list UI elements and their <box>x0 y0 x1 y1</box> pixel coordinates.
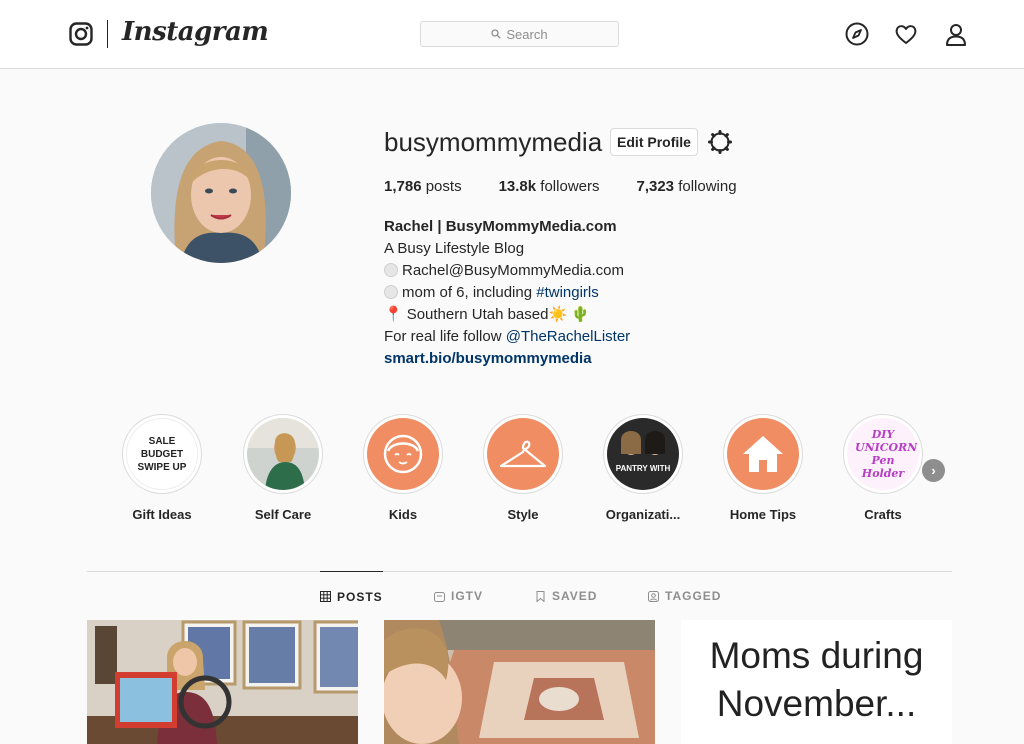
top-nav: Instagram Search <box>0 0 1024 69</box>
profile-stats: 1,786 posts 13.8k followers 7,323 follow… <box>384 178 774 195</box>
tabs-divider <box>87 571 952 572</box>
tab-label: TAGGED <box>665 589 722 603</box>
highlight-ring: PANTRY WITH <box>603 414 683 494</box>
sun-cactus-emoji: ☀️ 🌵 <box>548 306 590 323</box>
instagram-wordmark[interactable]: Instagram <box>122 17 269 47</box>
highlight-gift-ideas[interactable]: SALE BUDGET SWIPE UP Gift Ideas <box>122 414 202 522</box>
photo-cover-icon: PANTRY WITH <box>607 418 679 490</box>
bio-line-5: For real life follow @TheRachelLister <box>384 326 630 348</box>
hashtag-link[interactable]: #twingirls <box>536 284 599 301</box>
bio-line-5-text: For real life follow <box>384 328 506 345</box>
avatar-photo <box>151 123 291 263</box>
highlight-cover-text: PANTRY WITH <box>615 464 671 473</box>
highlight-cover-text: DIY UNICORN Pen Holder <box>855 428 918 480</box>
highlight-organization[interactable]: PANTRY WITH Organizati... <box>603 414 683 522</box>
craft-cover-icon: DIY UNICORN Pen Holder <box>847 418 919 490</box>
hanger-icon <box>487 418 559 490</box>
tab-tagged[interactable]: TAGGED <box>648 571 721 621</box>
posts-count: 1,786 <box>384 178 422 195</box>
bio-line-3-text: mom of 6, including <box>402 284 537 301</box>
profile-avatar[interactable] <box>151 123 291 263</box>
following-stat[interactable]: 7,323 following <box>636 178 736 195</box>
bio-email: Rachel@BusyMommyMedia.com <box>402 262 624 279</box>
post-thumbnail[interactable] <box>384 620 655 744</box>
following-count: 7,323 <box>636 178 675 195</box>
post-thumbnail[interactable]: Moms during November... <box>681 620 952 744</box>
posts-label: posts <box>425 178 462 195</box>
highlight-ring <box>483 414 563 494</box>
highlight-ring <box>363 414 443 494</box>
post-photo <box>87 620 358 744</box>
search-placeholder: Search <box>506 26 548 42</box>
bio-full-name: Rachel | BusyMommyMedia.com <box>384 218 617 235</box>
followers-count: 13.8k <box>498 178 537 195</box>
highlight-kids[interactable]: Kids <box>363 414 443 522</box>
search-icon <box>491 29 502 39</box>
organization-photo <box>607 418 679 490</box>
highlight-ring: DIY UNICORN Pen Holder <box>843 414 923 494</box>
highlight-home-tips[interactable]: Home Tips <box>723 414 803 522</box>
post-text-line-1: Moms during <box>709 635 924 676</box>
highlight-ring: SALE BUDGET SWIPE UP <box>122 414 202 494</box>
post-text-line-2: November... <box>716 683 917 724</box>
tagged-icon <box>648 590 659 602</box>
highlight-label: Crafts <box>864 507 902 522</box>
bio-line-3: mom of 6, including #twingirls <box>384 282 630 304</box>
bio-location-text: Southern Utah based <box>406 306 549 323</box>
tab-saved[interactable]: SAVED <box>535 571 597 621</box>
post-thumbnail[interactable] <box>87 620 358 744</box>
tab-label: IGTV <box>451 589 484 603</box>
white-circle-emoji-icon <box>384 263 398 277</box>
bio-line-4: 📍 Southern Utah based☀️ 🌵 <box>384 304 630 326</box>
highlights-next-chevron-icon[interactable]: › <box>922 459 945 482</box>
bio-line-2: Rachel@BusyMommyMedia.com <box>384 260 630 282</box>
profile-bio: Rachel | BusyMommyMedia.com A Busy Lifes… <box>384 216 630 370</box>
highlight-ring <box>243 414 323 494</box>
tab-label: SAVED <box>552 589 598 603</box>
post-text-graphic: Moms during November... <box>681 620 952 744</box>
tv-icon <box>434 591 445 602</box>
explore-compass-icon[interactable] <box>845 22 869 46</box>
edit-profile-button[interactable]: Edit Profile <box>610 128 698 156</box>
highlight-self-care[interactable]: Self Care <box>243 414 323 522</box>
self-care-photo <box>247 418 319 490</box>
posts-stat: 1,786 posts <box>384 178 462 195</box>
highlight-label: Home Tips <box>729 507 797 522</box>
highlight-label: Style <box>507 507 539 522</box>
following-label: following <box>678 178 737 195</box>
highlight-label: Self Care <box>254 507 312 522</box>
bio-line-1: A Busy Lifestyle Blog <box>384 240 525 257</box>
profile-person-icon[interactable] <box>944 22 968 46</box>
tab-igtv[interactable]: IGTV <box>434 571 483 621</box>
settings-gear-icon[interactable] <box>708 130 732 154</box>
post-photo <box>384 620 655 744</box>
grid-icon <box>320 591 331 602</box>
highlight-style[interactable]: Style <box>483 414 563 522</box>
bookmark-icon <box>536 590 545 602</box>
profile-username: busymommymedia <box>384 127 603 157</box>
highlight-crafts[interactable]: DIY UNICORN Pen Holder Crafts <box>843 414 923 522</box>
highlight-cover-text: SALE BUDGET SWIPE UP <box>137 435 187 473</box>
instagram-logo-icon[interactable] <box>69 22 93 46</box>
sale-cover-icon: SALE BUDGET SWIPE UP <box>126 418 198 490</box>
followers-label: followers <box>540 178 600 195</box>
followers-stat[interactable]: 13.8k followers <box>499 178 600 195</box>
bio-website-link[interactable]: smart.bio/busymommymedia <box>384 348 630 370</box>
highlight-ring <box>723 414 803 494</box>
location-pin-icon: 📍 <box>384 306 403 323</box>
house-icon <box>727 418 799 490</box>
logo-divider <box>107 20 108 48</box>
activity-heart-icon[interactable] <box>894 22 918 46</box>
search-input[interactable]: Search <box>420 21 619 47</box>
highlight-label: Kids <box>388 507 418 522</box>
mention-link[interactable]: @TheRachelLister <box>506 328 630 345</box>
white-circle-emoji-icon <box>384 285 398 299</box>
highlight-label: Organizati... <box>605 507 681 522</box>
photo-cover-icon <box>247 418 319 490</box>
tab-label: POSTS <box>337 589 383 604</box>
child-face-icon <box>367 418 439 490</box>
highlight-label: Gift Ideas <box>132 507 192 522</box>
tab-posts[interactable]: POSTS <box>320 571 383 621</box>
